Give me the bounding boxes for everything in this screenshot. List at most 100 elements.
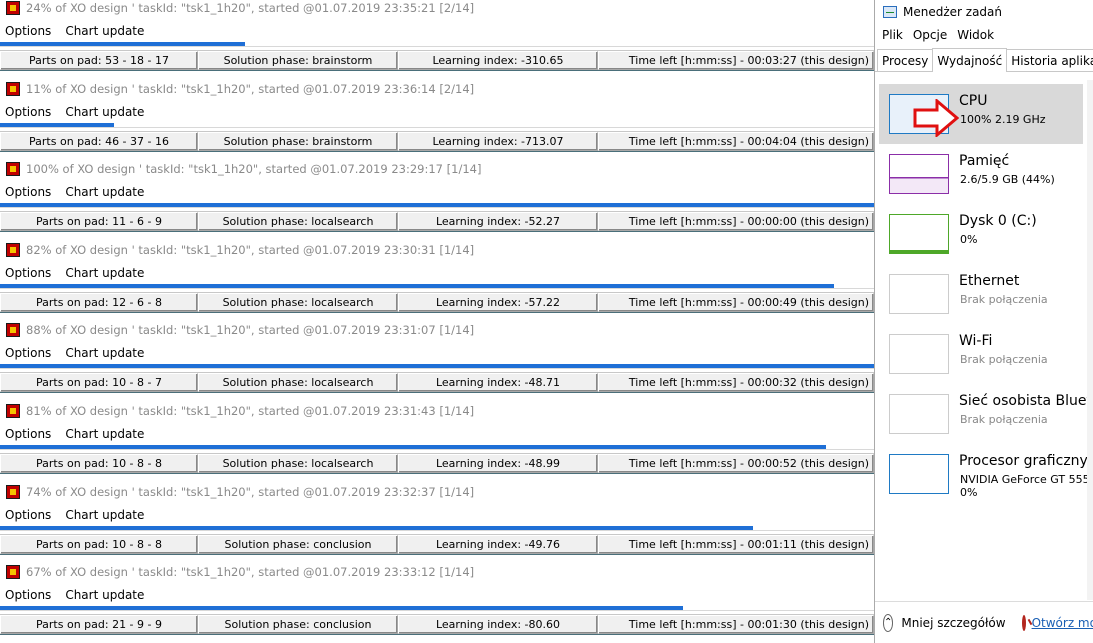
progress-bar: [0, 42, 874, 47]
chart-update-menu[interactable]: Chart update: [60, 427, 149, 441]
parts-on-pad: Parts on pad: 21 - 9 - 9: [0, 615, 198, 635]
perf-item[interactable]: Sieć osobista Bluet Brak połączenia: [879, 384, 1092, 444]
task-title: 67% of XO design ' taskId: "tsk1_1h20", …: [26, 565, 475, 580]
chart-update-menu[interactable]: Chart update: [60, 588, 149, 602]
options-menu[interactable]: Options: [0, 588, 56, 602]
time-left: Time left [h:mm:ss] - 00:00:00 (this des…: [598, 212, 874, 232]
progress-fill: [0, 122, 114, 127]
perf-graph-thumbnail: [889, 394, 949, 434]
performance-list-scrollbar[interactable]: [1087, 80, 1093, 600]
time-left: Time left [h:mm:ss] - 00:01:30 (this des…: [598, 615, 874, 635]
solution-phase: Solution phase: conclusion: [198, 615, 398, 635]
menu-plik[interactable]: Plik: [877, 28, 908, 42]
chart-update-menu[interactable]: Chart update: [60, 346, 149, 360]
solution-phase: Solution phase: brainstorm: [198, 131, 398, 151]
perf-item[interactable]: Dysk 0 (C:) 0%: [879, 204, 1083, 264]
progress-fill: [0, 283, 834, 288]
perf-item-detail: Brak połączenia: [960, 293, 1048, 306]
less-details-link[interactable]: Mniej szczegółów: [901, 616, 1005, 630]
time-left: Time left [h:mm:ss] - 00:04:04 (this des…: [598, 131, 874, 151]
tab-procesy[interactable]: Procesy: [877, 49, 934, 71]
resource-monitor-icon: [1021, 614, 1026, 631]
progress-fill: [0, 445, 826, 449]
task-menubar: Options Chart update: [0, 506, 149, 524]
parts-on-pad: Parts on pad: 10 - 8 - 7: [0, 373, 198, 393]
status-bar: Parts on pad: 12 - 6 - 8 Solution phase: …: [0, 291, 874, 313]
task-title-bar: 88% of XO design ' taskId: "tsk1_1h20", …: [0, 321, 874, 339]
chart-update-menu[interactable]: Chart update: [60, 266, 149, 280]
tab-historia-aplikacji[interactable]: Historia aplikacji: [1006, 49, 1093, 71]
task-title: 100% of XO design ' taskId: "tsk1_1h20",…: [26, 162, 482, 177]
options-menu[interactable]: Options: [0, 266, 56, 280]
chart-update-menu[interactable]: Chart update: [60, 508, 149, 522]
task-window: 82% of XO design ' taskId: "tsk1_1h20", …: [0, 241, 874, 322]
task-window: 88% of XO design ' taskId: "tsk1_1h20", …: [0, 321, 874, 402]
task-manager-menubar: Plik Opcje Widok: [877, 28, 999, 42]
chart-update-menu[interactable]: Chart update: [60, 105, 149, 119]
app-icon: [6, 1, 20, 15]
perf-item-name: Sieć osobista Bluet: [959, 393, 1093, 409]
progress-fill: [0, 42, 245, 46]
perf-item[interactable]: CPU 100% 2.19 GHz: [879, 84, 1083, 144]
options-menu[interactable]: Options: [0, 105, 56, 119]
task-menubar: Options Chart update: [0, 22, 149, 40]
task-manager-icon: [883, 6, 897, 18]
tab-wydajnosc[interactable]: Wydajność: [932, 48, 1008, 72]
options-menu[interactable]: Options: [0, 185, 56, 199]
time-left: Time left [h:mm:ss] - 00:03:27 (this des…: [598, 51, 874, 70]
task-menubar: Options Chart update: [0, 183, 149, 201]
learning-index: Learning index: -48.99: [398, 454, 598, 473]
learning-index: Learning index: -49.76: [398, 534, 598, 554]
chart-update-menu[interactable]: Chart update: [60, 185, 149, 199]
perf-item-name: Ethernet: [959, 273, 1020, 289]
perf-graph-thumbnail: [889, 454, 949, 494]
progress-bar: [0, 203, 874, 209]
perf-item[interactable]: Pamięć 2.6/5.9 GB (44%): [879, 144, 1083, 204]
perf-item-name: CPU: [959, 93, 988, 109]
options-menu[interactable]: Options: [0, 346, 56, 360]
task-manager-window: Menedżer zadań Plik Opcje Widok Procesy …: [874, 0, 1093, 643]
options-menu[interactable]: Options: [0, 427, 56, 441]
perf-item[interactable]: Ethernet Brak połączenia: [879, 264, 1083, 324]
perf-item[interactable]: Procesor graficzny NVIDIA GeForce GT 555M…: [879, 444, 1093, 504]
task-menubar: Options Chart update: [0, 425, 149, 443]
solution-phase: Solution phase: brainstorm: [198, 51, 398, 70]
perf-graph-thumbnail: [889, 274, 949, 314]
app-icon: [6, 81, 20, 96]
perf-item-detail: Brak połączenia: [960, 413, 1048, 426]
task-title: 11% of XO design ' taskId: "tsk1_1h20", …: [26, 81, 475, 96]
app-icon: [6, 323, 20, 338]
solution-phase: Solution phase: localsearch: [198, 454, 398, 473]
menu-widok[interactable]: Widok: [952, 28, 999, 42]
task-windows-area: 24% of XO design ' taskId: "tsk1_1h20", …: [0, 0, 874, 643]
task-title-bar: 74% of XO design ' taskId: "tsk1_1h20", …: [0, 483, 874, 501]
parts-on-pad: Parts on pad: 10 - 8 - 8: [0, 454, 198, 473]
menu-opcje[interactable]: Opcje: [908, 28, 952, 42]
red-arrow-annotation: [913, 99, 959, 137]
parts-on-pad: Parts on pad: 53 - 18 - 17: [0, 51, 198, 70]
task-menubar: Options Chart update: [0, 344, 149, 362]
chevron-up-icon[interactable]: ⌃: [883, 613, 894, 632]
task-menubar: Options Chart update: [0, 103, 149, 121]
parts-on-pad: Parts on pad: 12 - 6 - 8: [0, 292, 198, 312]
chart-update-menu[interactable]: Chart update: [60, 24, 149, 38]
progress-fill: [0, 606, 684, 611]
progress-fill: [0, 525, 754, 530]
perf-item[interactable]: Wi-Fi Brak połączenia: [879, 324, 1083, 384]
app-icon: [6, 565, 20, 580]
progress-fill: [0, 203, 874, 208]
perf-item-detail: 0%: [960, 233, 978, 246]
perf-graph-thumbnail: [889, 334, 949, 374]
app-icon: [6, 162, 20, 177]
task-manager-titlebar: Menedżer zadań: [883, 5, 1002, 19]
options-menu[interactable]: Options: [0, 24, 56, 38]
options-menu[interactable]: Options: [0, 508, 56, 522]
time-left: Time left [h:mm:ss] - 00:00:52 (this des…: [598, 454, 874, 473]
task-manager-tabs: Procesy Wydajność Historia aplikacji: [875, 48, 1093, 72]
task-manager-title: Menedżer zadań: [903, 5, 1002, 19]
solution-phase: Solution phase: localsearch: [198, 212, 398, 232]
open-resource-monitor-link[interactable]: Otwórz monitor zasobów: [1032, 616, 1093, 630]
progress-bar: [0, 122, 874, 128]
perf-item-detail: Brak połączenia: [960, 353, 1048, 366]
task-window: 24% of XO design ' taskId: "tsk1_1h20", …: [0, 0, 874, 80]
